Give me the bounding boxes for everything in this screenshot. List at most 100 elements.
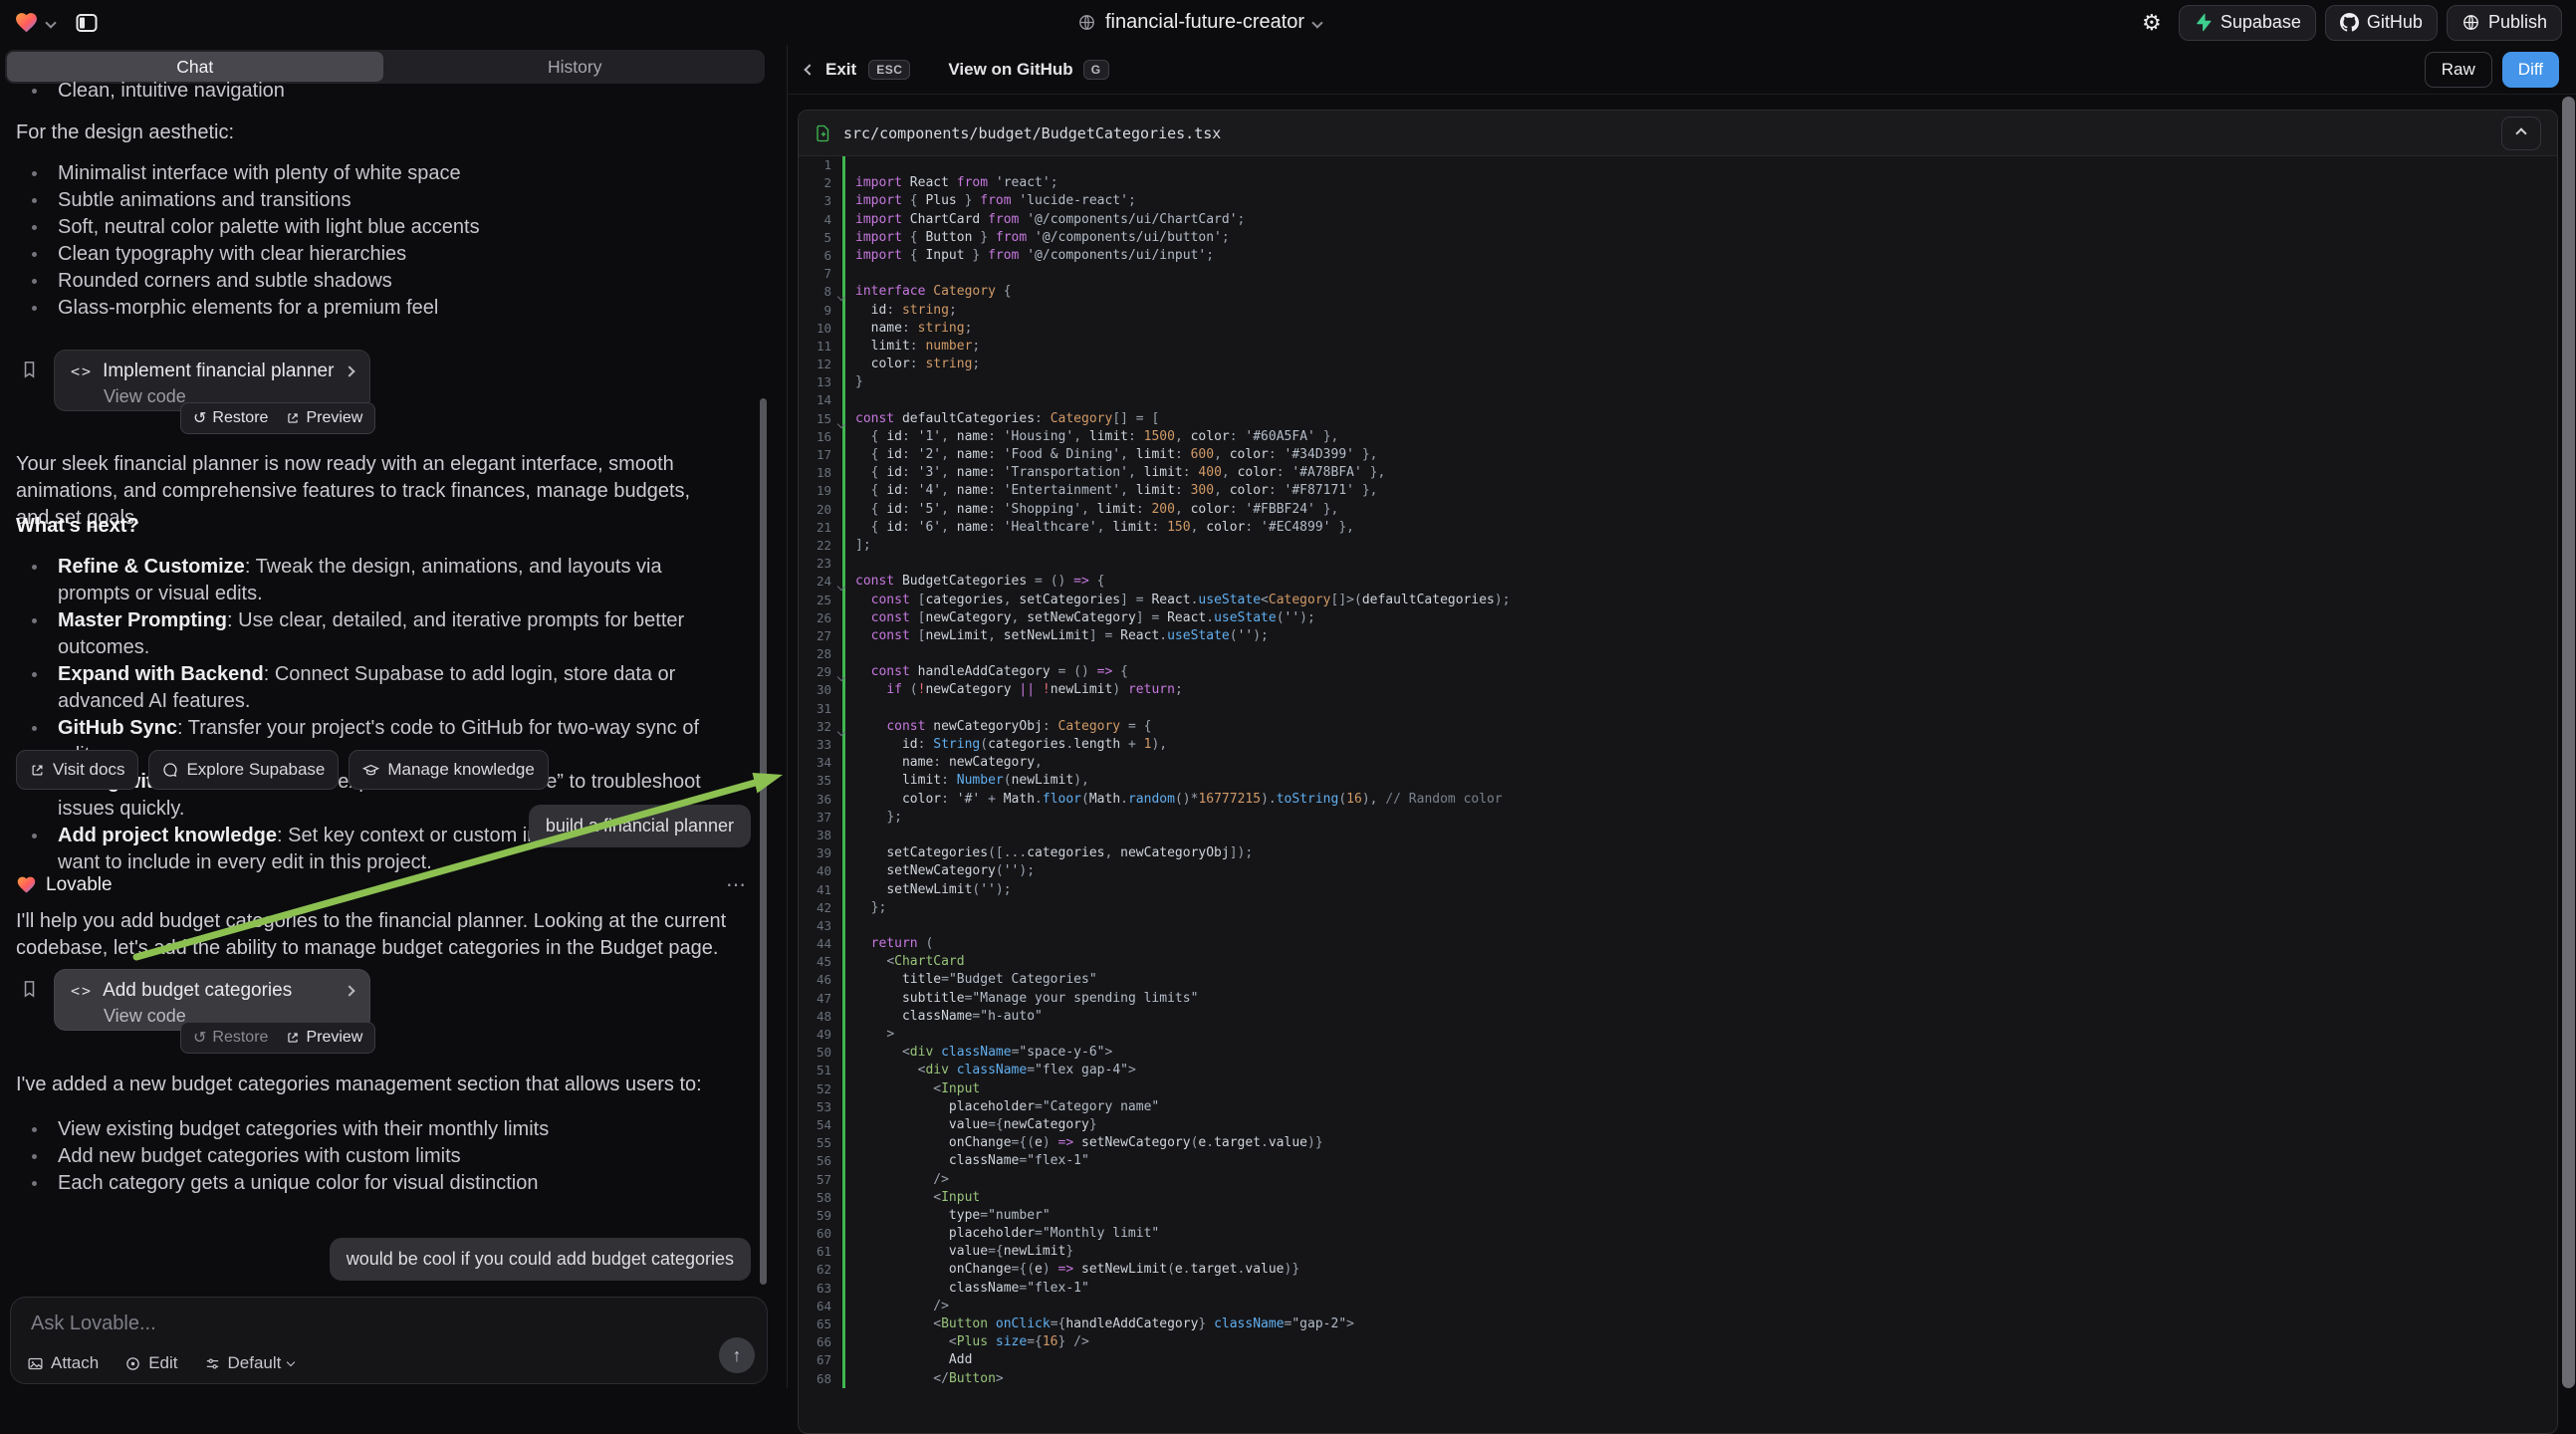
project-switcher[interactable]: financial-future-creator <box>1077 0 1321 45</box>
code-line[interactable]: 42 }; <box>799 899 2557 917</box>
code-line[interactable]: 20 { id: '5', name: 'Shopping', limit: 2… <box>799 501 2557 519</box>
code-line[interactable]: 11 limit: number; <box>799 338 2557 356</box>
code-line[interactable]: 47 subtitle="Manage your spending limits… <box>799 990 2557 1008</box>
code-line[interactable]: 22 ]; <box>799 537 2557 555</box>
publish-button[interactable]: Publish <box>2447 5 2562 41</box>
code-line[interactable]: 21 { id: '6', name: 'Healthcare', limit:… <box>799 519 2557 537</box>
attach-button[interactable]: Attach <box>27 1353 99 1373</box>
restore-button[interactable]: ↺Restore <box>193 408 268 428</box>
ask-lovable-input[interactable] <box>29 1312 630 1336</box>
code-line[interactable]: 25 const [categories, setCategories] = R… <box>799 592 2557 609</box>
code-line[interactable]: 60 placeholder="Monthly limit" <box>799 1225 2557 1243</box>
code-line[interactable]: 15 const defaultCategories: Category[] =… <box>799 410 2557 428</box>
visit-docs-button[interactable]: Visit docs <box>16 750 138 790</box>
code-line[interactable]: 32 const newCategoryObj: Category = { <box>799 718 2557 736</box>
code-line[interactable]: 16 { id: '1', name: 'Housing', limit: 15… <box>799 428 2557 446</box>
code-line[interactable]: 65 <Button onClick={handleAddCategory} c… <box>799 1315 2557 1333</box>
settings-gear-icon[interactable]: ⚙ <box>2134 5 2170 41</box>
code-line[interactable]: 39 setCategories([...categories, newCate… <box>799 844 2557 862</box>
code-line[interactable]: 40 setNewCategory(''); <box>799 862 2557 880</box>
diff-toggle-button[interactable]: Diff <box>2502 52 2559 88</box>
code-line[interactable]: 6 import { Input } from '@/components/ui… <box>799 247 2557 265</box>
code-line[interactable]: 62 onChange={(e) => setNewLimit(e.target… <box>799 1261 2557 1279</box>
code-line[interactable]: 61 value={newLimit} <box>799 1243 2557 1261</box>
manage-knowledge-button[interactable]: Manage knowledge <box>349 750 548 790</box>
file-header[interactable]: src/components/budget/BudgetCategories.t… <box>799 111 2557 156</box>
code-line[interactable]: 5 import { Button } from '@/components/u… <box>799 229 2557 247</box>
code-line[interactable]: 2 import React from 'react'; <box>799 174 2557 192</box>
toggle-sidebar-icon[interactable] <box>69 5 105 41</box>
chat-scrollbar[interactable] <box>760 398 767 1285</box>
code-line[interactable]: 9 id: string; <box>799 302 2557 320</box>
code-line[interactable]: 36 color: '#' + Math.floor(Math.random()… <box>799 791 2557 809</box>
restore-button[interactable]: ↺Restore <box>193 1028 268 1048</box>
view-on-github-button[interactable]: View on GitHub G <box>948 60 1108 80</box>
code-line[interactable]: 27 const [newLimit, setNewLimit] = React… <box>799 627 2557 645</box>
code-line[interactable]: 68 </Button> <box>799 1370 2557 1388</box>
code-line[interactable]: 24 const BudgetCategories = () => { <box>799 573 2557 591</box>
explore-supabase-button[interactable]: Explore Supabase <box>148 750 339 790</box>
code-line[interactable]: 34 name: newCategory, <box>799 754 2557 772</box>
code-line[interactable]: 58 <Input <box>799 1189 2557 1207</box>
code-line[interactable]: 38 <box>799 827 2557 844</box>
code-line[interactable]: 35 limit: Number(newLimit), <box>799 772 2557 790</box>
github-button[interactable]: GitHub <box>2325 5 2438 41</box>
lovable-logo-heart-icon[interactable] <box>14 10 39 35</box>
code-line[interactable]: 51 <div className="flex gap-4"> <box>799 1062 2557 1079</box>
code-line[interactable]: 50 <div className="space-y-6"> <box>799 1044 2557 1062</box>
code-line[interactable]: 12 color: string; <box>799 356 2557 373</box>
code-line[interactable]: 46 title="Budget Categories" <box>799 971 2557 989</box>
raw-toggle-button[interactable]: Raw <box>2425 52 2492 88</box>
code-line[interactable]: 18 { id: '3', name: 'Transportation', li… <box>799 464 2557 482</box>
collapse-file-button[interactable] <box>2501 117 2541 150</box>
code-line[interactable]: 56 className="flex-1" <box>799 1152 2557 1170</box>
code-line[interactable]: 4 import ChartCard from '@/components/ui… <box>799 211 2557 229</box>
code-line[interactable]: 54 value={newCategory} <box>799 1116 2557 1134</box>
code-line[interactable]: 53 placeholder="Category name" <box>799 1098 2557 1116</box>
bookmark-icon[interactable] <box>20 978 39 1000</box>
send-button[interactable]: ↑ <box>719 1337 755 1373</box>
code-line[interactable]: 3 import { Plus } from 'lucide-react'; <box>799 192 2557 210</box>
code-line[interactable]: 55 onChange={(e) => setNewCategory(e.tar… <box>799 1134 2557 1152</box>
code-line[interactable]: 30 if (!newCategory || !newLimit) return… <box>799 681 2557 699</box>
code-line[interactable]: 49 > <box>799 1026 2557 1044</box>
logo-chevron-down-icon[interactable] <box>45 17 56 28</box>
line-number: 34 <box>817 755 831 770</box>
code-scrollbar[interactable] <box>2562 97 2575 1388</box>
exit-button[interactable]: Exit ESC <box>806 60 910 80</box>
code-line[interactable]: 41 setNewLimit(''); <box>799 881 2557 899</box>
code-line[interactable]: 52 <Input <box>799 1080 2557 1098</box>
message-options-icon[interactable]: ⋯ <box>726 872 748 897</box>
code-line[interactable]: 26 const [newCategory, setNewCategory] =… <box>799 609 2557 627</box>
code-line[interactable]: 14 <box>799 391 2557 409</box>
code-line[interactable]: 1 <box>799 156 2557 174</box>
code-line[interactable]: 10 name: string; <box>799 320 2557 338</box>
code-line[interactable]: 63 className="flex-1" <box>799 1280 2557 1298</box>
code-line[interactable]: 28 <box>799 645 2557 663</box>
code-line[interactable]: 33 id: String(categories.length + 1), <box>799 736 2557 754</box>
code-line[interactable]: 48 className="h-auto" <box>799 1008 2557 1026</box>
model-default-selector[interactable]: Default <box>204 1353 295 1373</box>
code-line[interactable]: 45 <ChartCard <box>799 953 2557 971</box>
edit-mode-button[interactable]: Edit <box>124 1353 177 1373</box>
code-line[interactable]: 17 { id: '2', name: 'Food & Dining', lim… <box>799 446 2557 464</box>
supabase-button[interactable]: Supabase <box>2179 5 2316 41</box>
code-line[interactable]: 8 interface Category { <box>799 283 2557 301</box>
code-line[interactable]: 67 Add <box>799 1351 2557 1369</box>
code-line[interactable]: 13 } <box>799 373 2557 391</box>
code-line[interactable]: 66 <Plus size={16} /> <box>799 1333 2557 1351</box>
code-line[interactable]: 19 { id: '4', name: 'Entertainment', lim… <box>799 482 2557 500</box>
code-line[interactable]: 59 type="number" <box>799 1207 2557 1225</box>
code-line[interactable]: 37 }; <box>799 809 2557 827</box>
code-line[interactable]: 43 <box>799 917 2557 935</box>
code-line[interactable]: 44 return ( <box>799 935 2557 953</box>
code-line[interactable]: 64 /> <box>799 1298 2557 1315</box>
code-line[interactable]: 29 const handleAddCategory = () => { <box>799 663 2557 681</box>
preview-button[interactable]: Preview <box>286 1029 362 1047</box>
bookmark-icon[interactable] <box>20 358 39 380</box>
code-line[interactable]: 7 <box>799 265 2557 283</box>
code-line[interactable]: 31 <box>799 700 2557 718</box>
code-line[interactable]: 23 <box>799 555 2557 573</box>
code-line[interactable]: 57 /> <box>799 1171 2557 1189</box>
preview-button[interactable]: Preview <box>286 409 362 427</box>
